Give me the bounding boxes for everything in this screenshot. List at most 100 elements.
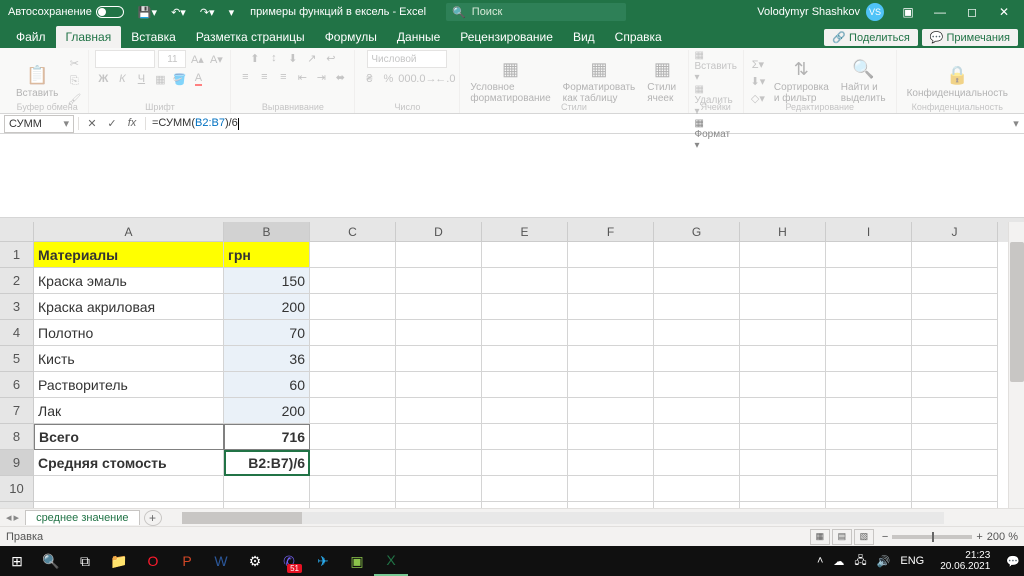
cell-G9[interactable] xyxy=(654,450,740,476)
col-header-D[interactable]: D xyxy=(396,222,482,242)
align-center-icon[interactable]: ≡ xyxy=(256,69,272,85)
col-header-C[interactable]: C xyxy=(310,222,396,242)
volume-icon[interactable]: 🔊 xyxy=(877,555,891,568)
percent-icon[interactable]: % xyxy=(380,71,396,87)
language-indicator[interactable]: ENG xyxy=(900,555,924,567)
cell-D4[interactable] xyxy=(396,320,482,346)
cell-H4[interactable] xyxy=(740,320,826,346)
underline-icon[interactable]: Ч xyxy=(133,71,149,87)
col-header-E[interactable]: E xyxy=(482,222,568,242)
orientation-icon[interactable]: ↗ xyxy=(304,50,320,66)
cell-A9[interactable]: Средняя стомость xyxy=(34,450,224,476)
row-header-10[interactable]: 10 xyxy=(0,476,34,502)
clock[interactable]: 21:2320.06.2021 xyxy=(934,550,996,572)
share-button[interactable]: 🔗 Поделиться xyxy=(824,29,917,46)
cell-D1[interactable] xyxy=(396,242,482,268)
cell-C7[interactable] xyxy=(310,398,396,424)
cancel-formula-icon[interactable]: ✕ xyxy=(83,117,101,130)
merge-icon[interactable]: ⬌ xyxy=(332,69,348,85)
increase-indent-icon[interactable]: ⇥ xyxy=(313,69,329,85)
page-break-view-icon[interactable]: ▧ xyxy=(854,529,874,545)
conditional-format-button[interactable]: ▦Условное форматирование xyxy=(466,57,554,106)
add-sheet-button[interactable]: + xyxy=(144,510,162,526)
cell-I8[interactable] xyxy=(826,424,912,450)
cell-E1[interactable] xyxy=(482,242,568,268)
cell-C6[interactable] xyxy=(310,372,396,398)
row-header-5[interactable]: 5 xyxy=(0,346,34,372)
cell-E4[interactable] xyxy=(482,320,568,346)
autosum-icon[interactable]: Σ▾ xyxy=(750,57,766,73)
cell-C4[interactable] xyxy=(310,320,396,346)
cell-I9[interactable] xyxy=(826,450,912,476)
cell-A1[interactable]: Материалы xyxy=(34,242,224,268)
sheet-nav-first-icon[interactable]: ◂ xyxy=(6,511,12,524)
horizontal-scrollbar[interactable] xyxy=(182,512,944,524)
minimize-button[interactable]: — xyxy=(924,0,956,24)
cell-G7[interactable] xyxy=(654,398,740,424)
cell-J6[interactable] xyxy=(912,372,998,398)
undo-icon[interactable]: ↶▾ xyxy=(167,6,190,19)
cell-F4[interactable] xyxy=(568,320,654,346)
cell-H2[interactable] xyxy=(740,268,826,294)
cell-D2[interactable] xyxy=(396,268,482,294)
cell-C10[interactable] xyxy=(310,476,396,502)
cell-I10[interactable] xyxy=(826,476,912,502)
format-table-button[interactable]: ▦Форматировать как таблицу xyxy=(559,57,640,106)
cell-D3[interactable] xyxy=(396,294,482,320)
font-size-combo[interactable]: 11 xyxy=(158,50,186,68)
format-cells-button[interactable]: ▦ Формат ▾ xyxy=(695,118,737,151)
align-left-icon[interactable]: ≡ xyxy=(237,69,253,85)
cell-H8[interactable] xyxy=(740,424,826,450)
border-icon[interactable]: ▦ xyxy=(152,71,168,87)
cell-G4[interactable] xyxy=(654,320,740,346)
cell-G10[interactable] xyxy=(654,476,740,502)
viber-icon[interactable]: ✆51 xyxy=(272,546,306,576)
col-header-A[interactable]: A xyxy=(34,222,224,242)
cell-J3[interactable] xyxy=(912,294,998,320)
cell-E10[interactable] xyxy=(482,476,568,502)
row-header-7[interactable]: 7 xyxy=(0,398,34,424)
font-color-icon[interactable]: A xyxy=(190,71,206,87)
cell-E2[interactable] xyxy=(482,268,568,294)
tab-файл[interactable]: Файл xyxy=(6,26,56,48)
cell-I1[interactable] xyxy=(826,242,912,268)
cell-I3[interactable] xyxy=(826,294,912,320)
cell-G5[interactable] xyxy=(654,346,740,372)
cell-B2[interactable]: 150 xyxy=(224,268,310,294)
cell-E9[interactable] xyxy=(482,450,568,476)
cell-D8[interactable] xyxy=(396,424,482,450)
cell-D9[interactable] xyxy=(396,450,482,476)
col-header-F[interactable]: F xyxy=(568,222,654,242)
cell-A6[interactable]: Растворитель xyxy=(34,372,224,398)
cell-A4[interactable]: Полотно xyxy=(34,320,224,346)
fx-icon[interactable]: fx xyxy=(123,117,141,130)
cell-B7[interactable]: 200 xyxy=(224,398,310,424)
cell-I7[interactable] xyxy=(826,398,912,424)
tab-вид[interactable]: Вид xyxy=(563,26,605,48)
autosave-toggle[interactable]: Автосохранение xyxy=(4,6,128,18)
zoom-slider[interactable] xyxy=(892,535,972,539)
cell-F10[interactable] xyxy=(568,476,654,502)
row-header-4[interactable]: 4 xyxy=(0,320,34,346)
comma-icon[interactable]: 000 xyxy=(399,71,415,87)
cell-F7[interactable] xyxy=(568,398,654,424)
app-icon[interactable]: ▣ xyxy=(340,546,374,576)
cell-B3[interactable]: 200 xyxy=(224,294,310,320)
page-layout-view-icon[interactable]: ▤ xyxy=(832,529,852,545)
col-header-B[interactable]: B xyxy=(224,222,310,242)
find-select-button[interactable]: 🔍Найти и выделить xyxy=(837,57,890,106)
zoom-level[interactable]: 200 % xyxy=(987,531,1018,543)
fill-icon[interactable]: ⬇▾ xyxy=(750,74,766,90)
expand-fbar-icon[interactable]: ▾ xyxy=(1008,117,1024,130)
cell-D10[interactable] xyxy=(396,476,482,502)
sheet-tab[interactable]: среднее значение xyxy=(25,510,139,525)
row-header-1[interactable]: 1 xyxy=(0,242,34,268)
tab-разметка страницы[interactable]: Разметка страницы xyxy=(186,26,315,48)
cell-B9[interactable]: B2:B7)/6 xyxy=(224,450,310,476)
file-explorer-icon[interactable]: 📁 xyxy=(102,546,136,576)
cell-C8[interactable] xyxy=(310,424,396,450)
col-header-H[interactable]: H xyxy=(740,222,826,242)
align-right-icon[interactable]: ≡ xyxy=(275,69,291,85)
cell-I6[interactable] xyxy=(826,372,912,398)
cell-F6[interactable] xyxy=(568,372,654,398)
